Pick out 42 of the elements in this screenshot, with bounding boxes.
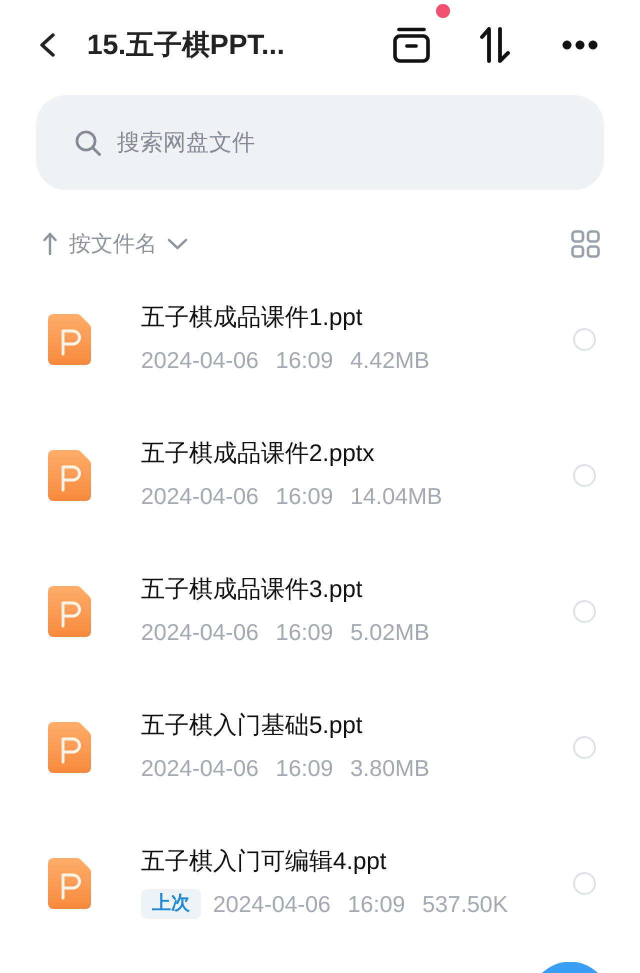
select-checkbox[interactable] bbox=[573, 464, 596, 486]
file-time: 16:09 bbox=[276, 346, 334, 375]
recent-tag: 上次 bbox=[141, 889, 201, 919]
ppt-file-icon bbox=[48, 450, 91, 500]
file-date: 2024-04-06 bbox=[213, 890, 331, 919]
back-icon[interactable] bbox=[39, 33, 55, 57]
chevron-down-icon bbox=[167, 238, 188, 250]
file-name[interactable]: 五子棋成品课件3.ppt bbox=[141, 574, 362, 606]
select-checkbox[interactable] bbox=[573, 872, 596, 894]
file-name[interactable]: 五子棋入门基础5.ppt bbox=[141, 710, 362, 742]
select-checkbox[interactable] bbox=[573, 328, 596, 350]
ppt-file-icon bbox=[48, 858, 91, 908]
file-date: 2024-04-06 bbox=[141, 346, 259, 375]
box-icon[interactable] bbox=[393, 27, 430, 63]
grid-view-icon[interactable] bbox=[571, 230, 600, 258]
file-time: 16:09 bbox=[276, 482, 334, 511]
select-checkbox[interactable] bbox=[573, 736, 596, 758]
file-date: 2024-04-06 bbox=[141, 482, 259, 511]
file-time: 16:09 bbox=[276, 618, 334, 647]
file-size: 5.02MB bbox=[350, 618, 430, 647]
more-icon[interactable] bbox=[562, 40, 598, 50]
file-name[interactable]: 五子棋入门可编辑4.ppt bbox=[141, 846, 386, 878]
file-date: 2024-04-06 bbox=[141, 754, 259, 783]
file-time: 16:09 bbox=[276, 754, 334, 783]
ppt-file-icon bbox=[48, 722, 91, 772]
file-name[interactable]: 五子棋成品课件2.pptx bbox=[141, 438, 374, 470]
ppt-file-icon bbox=[48, 314, 91, 364]
floating-action-button[interactable] bbox=[542, 962, 598, 973]
file-name[interactable]: 五子棋成品课件1.ppt bbox=[141, 302, 362, 334]
file-size: 537.50K bbox=[422, 890, 508, 919]
file-size: 4.42MB bbox=[350, 346, 430, 375]
search-field[interactable]: 搜索网盘文件 bbox=[36, 95, 604, 190]
file-date: 2024-04-06 bbox=[141, 618, 259, 647]
select-checkbox[interactable] bbox=[573, 600, 596, 622]
file-time: 16:09 bbox=[348, 890, 406, 919]
page-title: 15.五子棋PPT... bbox=[87, 28, 285, 62]
sort-icon[interactable] bbox=[479, 27, 511, 63]
ppt-file-icon bbox=[48, 586, 91, 636]
search-icon bbox=[75, 130, 101, 156]
arrow-up-icon bbox=[43, 232, 57, 256]
file-size: 14.04MB bbox=[350, 482, 442, 511]
file-size: 3.80MB bbox=[350, 754, 430, 783]
